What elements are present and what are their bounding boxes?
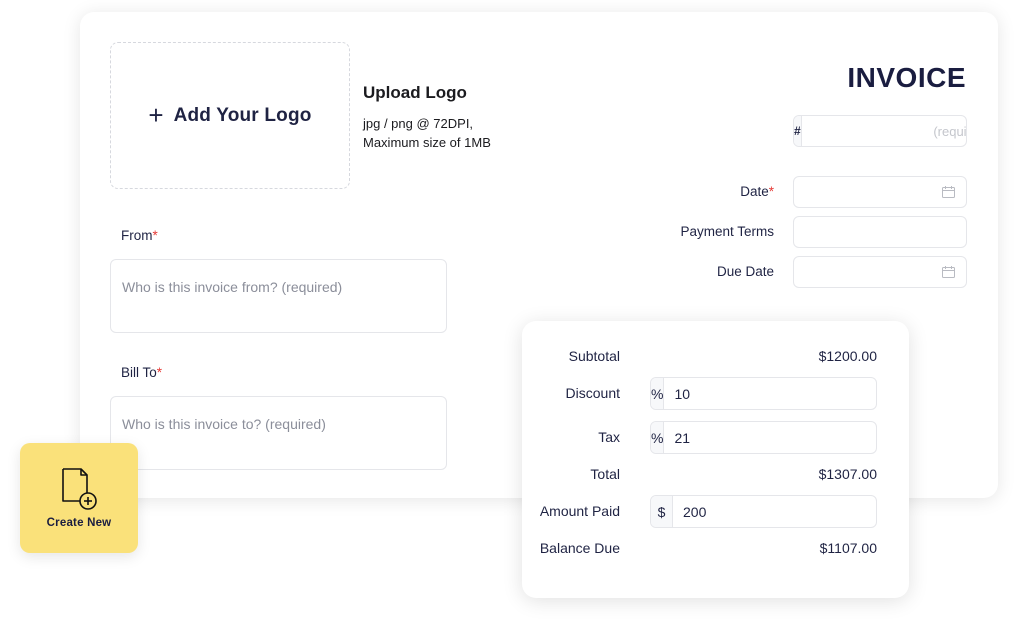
bill-to-textarea[interactable] <box>111 397 446 469</box>
invoice-number-group: # <box>793 115 967 147</box>
discount-input[interactable] <box>664 378 868 409</box>
calendar-icon[interactable] <box>942 266 955 278</box>
total-label: Total <box>590 466 620 482</box>
due-date-field[interactable] <box>793 256 967 288</box>
calendar-icon[interactable] <box>942 186 955 198</box>
balance-due-label: Balance Due <box>539 540 620 556</box>
discount-unit: % <box>651 378 665 409</box>
total-value: $1307.00 <box>818 466 877 482</box>
invoice-number-input[interactable] <box>801 116 966 146</box>
add-logo-label: Add Your Logo <box>173 104 312 126</box>
upload-logo-description: jpg / png @ 72DPI, Maximum size of 1MB <box>363 114 491 152</box>
tax-group: % <box>650 421 877 454</box>
upload-size-text: Maximum size of 1MB <box>363 135 491 150</box>
amount-paid-label: Amount Paid <box>539 503 620 519</box>
balance-due-value: $1107.00 <box>819 540 877 556</box>
due-date-label: Due Date <box>716 264 774 279</box>
subtotal-label: Subtotal <box>568 348 620 364</box>
date-field[interactable] <box>793 176 967 208</box>
required-asterisk: * <box>156 365 163 380</box>
tax-unit: % <box>651 422 665 453</box>
discount-group: % <box>650 377 877 410</box>
bill-to-label-text: Bill To <box>121 365 157 380</box>
date-input[interactable] <box>794 177 966 207</box>
amount-paid-group: $ <box>650 495 877 528</box>
from-field[interactable] <box>110 259 447 333</box>
totals-card: Subtotal $1200.00 Discount % Tax % Total… <box>522 321 909 598</box>
add-logo-button[interactable]: + Add Your Logo <box>110 42 350 189</box>
from-label: From* <box>121 228 158 243</box>
due-date-input[interactable] <box>794 257 966 287</box>
bill-to-field[interactable] <box>110 396 447 470</box>
payment-terms-label: Payment Terms <box>680 224 774 239</box>
amount-paid-input[interactable] <box>673 496 876 527</box>
tax-label: Tax <box>598 429 620 445</box>
required-asterisk: * <box>152 228 158 243</box>
subtotal-value: $1200.00 <box>818 348 877 364</box>
amount-paid-unit: $ <box>651 496 673 527</box>
from-label-text: From <box>121 228 153 243</box>
create-new-button[interactable]: Create New <box>20 443 138 553</box>
tax-input[interactable] <box>664 422 868 453</box>
required-asterisk: * <box>768 184 774 199</box>
new-document-icon <box>62 468 97 510</box>
invoice-number-prefix: # <box>794 116 802 146</box>
upload-format-text: jpg / png @ 72DPI, <box>363 116 474 131</box>
discount-label: Discount <box>565 385 620 401</box>
from-textarea[interactable] <box>111 260 446 332</box>
payment-terms-input[interactable] <box>794 217 966 247</box>
invoice-title: INVOICE <box>847 62 966 93</box>
bill-to-label: Bill To* <box>121 365 162 380</box>
plus-icon: + <box>148 99 164 130</box>
upload-logo-title: Upload Logo <box>363 83 467 102</box>
create-new-label: Create New <box>46 517 112 529</box>
date-label: Date* <box>740 184 774 199</box>
payment-terms-field[interactable] <box>793 216 967 248</box>
date-label-text: Date <box>740 184 769 199</box>
